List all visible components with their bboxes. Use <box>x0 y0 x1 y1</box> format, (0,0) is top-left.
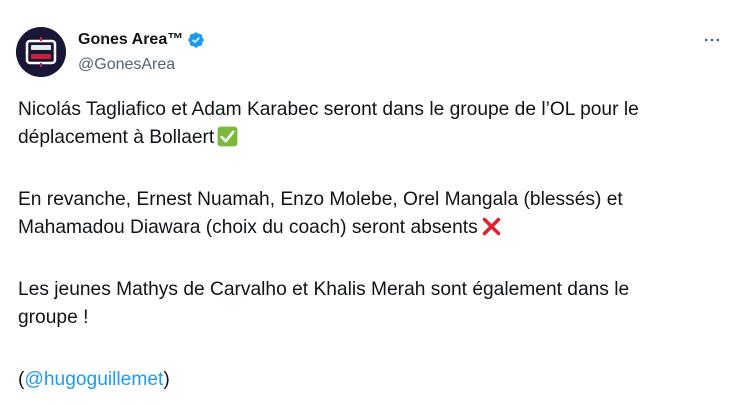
author-handle[interactable]: @GonesArea <box>78 55 175 75</box>
tweet-line: (@hugoguillemet) <box>18 366 728 394</box>
author-name-row[interactable]: Gones Area™ <box>78 29 205 51</box>
tweet-line-text: Mahamadou Diawara (choix du coach) seron… <box>18 217 478 238</box>
mention-link[interactable]: @hugoguillemet <box>24 369 163 390</box>
cross-mark-emoji-icon <box>481 216 502 237</box>
tweet-text: Nicolás Tagliafico et Adam Karabec seron… <box>18 96 728 394</box>
check-mark-emoji-icon <box>217 126 238 147</box>
more-options-button[interactable] <box>700 28 724 52</box>
tweet-line: déplacement à Bollaert <box>18 124 728 152</box>
display-name[interactable]: Gones Area™ <box>78 30 183 50</box>
avatar[interactable] <box>16 27 66 77</box>
tweet-line-text: déplacement à Bollaert <box>18 127 215 148</box>
tweet-line: Mahamadou Diawara (choix du coach) seron… <box>18 214 728 242</box>
tweet-line: Nicolás Tagliafico et Adam Karabec seron… <box>18 99 639 120</box>
tweet-line: Les jeunes Mathys de Carvalho et Khalis … <box>18 279 630 300</box>
tweet-line: En revanche, Ernest Nuamah, Enzo Molebe,… <box>18 189 623 210</box>
paren-close: ) <box>163 369 170 390</box>
tweet-card: Gones Area™ @GonesArea Nicolás Tagliafic… <box>0 0 736 406</box>
tweet-line: groupe ! <box>18 307 89 328</box>
gones-area-logo-icon <box>16 27 66 77</box>
verified-badge-icon[interactable] <box>187 31 205 49</box>
more-options-icon <box>704 38 720 42</box>
